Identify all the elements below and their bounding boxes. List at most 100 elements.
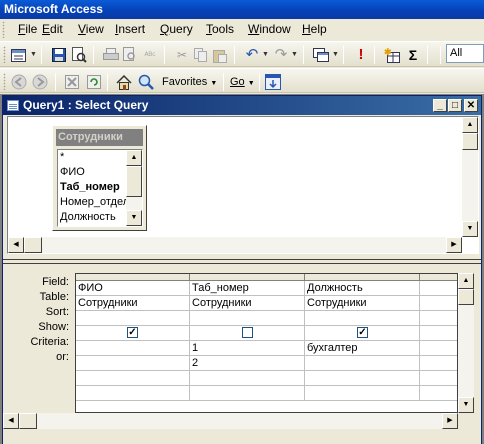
maximize-button[interactable]: □: [448, 99, 462, 112]
grid-cell-empty[interactable]: [190, 386, 305, 401]
menu-window[interactable]: Window: [248, 22, 291, 37]
menu-file[interactable]: File: [18, 22, 37, 37]
scroll-up-arrow[interactable]: ▲: [458, 273, 474, 289]
scroll-thumb[interactable]: [462, 133, 478, 150]
grid-cell-empty[interactable]: [420, 386, 457, 401]
cut-icon[interactable]: ✂: [173, 46, 191, 64]
scroll-down-arrow[interactable]: ▼: [458, 397, 474, 413]
scroll-right-arrow[interactable]: ▶: [442, 413, 458, 429]
menu-query[interactable]: Query: [160, 22, 193, 37]
search-file-icon[interactable]: [70, 46, 88, 64]
grid-cell-show[interactable]: ✓: [76, 326, 190, 341]
pane-splitter[interactable]: [3, 259, 481, 264]
menu-insert[interactable]: Insert: [115, 22, 145, 37]
grid-cell-sort[interactable]: [190, 311, 305, 326]
close-button[interactable]: ✕: [464, 99, 478, 112]
back-icon[interactable]: [10, 73, 28, 91]
table-pane-hscroll[interactable]: ◀ ▶: [8, 237, 462, 253]
grid-cell-empty[interactable]: [420, 371, 457, 386]
top-values-combo[interactable]: All: [446, 44, 484, 63]
grid-cell-or[interactable]: [420, 356, 457, 371]
field-list-item[interactable]: ФИО: [60, 165, 85, 180]
grid-cell-table[interactable]: [420, 296, 457, 311]
grid-cell-sort[interactable]: [76, 311, 190, 326]
view-dropdown-arrow[interactable]: ▼: [30, 46, 37, 64]
show-checkbox-checked[interactable]: ✓: [127, 327, 138, 338]
refresh-icon[interactable]: [85, 73, 103, 91]
home-icon[interactable]: [115, 73, 133, 91]
field-list-item[interactable]: Номер_отдела: [60, 195, 135, 210]
print-icon[interactable]: [102, 46, 120, 64]
scroll-thumb[interactable]: [458, 289, 474, 305]
scroll-down-arrow[interactable]: ▼: [126, 210, 142, 226]
save-icon[interactable]: [50, 46, 68, 64]
grid-cell-sort[interactable]: [305, 311, 420, 326]
grid-cell-criteria[interactable]: 1: [190, 341, 305, 356]
grid-cell-field[interactable]: ФИО: [76, 281, 190, 296]
view-icon[interactable]: [9, 46, 27, 64]
grid-cell-empty[interactable]: [76, 386, 190, 401]
column-selector[interactable]: [190, 274, 305, 281]
grid-cell-criteria[interactable]: [76, 341, 190, 356]
forward-icon[interactable]: [31, 73, 49, 91]
show-table-icon[interactable]: ✱: [383, 46, 401, 64]
grid-cell-table[interactable]: Сотрудники: [76, 296, 190, 311]
scroll-down-arrow[interactable]: ▼: [462, 221, 478, 237]
show-checkbox-checked[interactable]: ✓: [357, 327, 368, 338]
grid-cell-empty[interactable]: [76, 371, 190, 386]
grid-cell-criteria[interactable]: бухгалтер: [305, 341, 420, 356]
paste-icon[interactable]: [211, 46, 229, 64]
grid-cell-sort[interactable]: [420, 311, 457, 326]
column-selector[interactable]: [305, 274, 420, 281]
scroll-up-arrow[interactable]: ▲: [126, 150, 142, 166]
menubar-grip[interactable]: [2, 21, 5, 38]
go-menu[interactable]: Go ▼: [230, 75, 255, 91]
grid-cell-table[interactable]: Сотрудники: [305, 296, 420, 311]
show-checkbox-unchecked[interactable]: [242, 327, 253, 338]
field-list-scrollbar[interactable]: ▲ ▼: [126, 150, 142, 226]
column-selector[interactable]: [76, 274, 190, 281]
field-list-item[interactable]: *: [60, 150, 64, 165]
scroll-right-arrow[interactable]: ▶: [446, 237, 462, 253]
query-type-icon[interactable]: [312, 46, 330, 64]
design-grid[interactable]: ФИО Сотрудники ✓ Таб_номер Сотрудники 1 2 Должн…: [75, 273, 458, 413]
undo-dropdown-arrow[interactable]: ▼: [262, 46, 269, 64]
design-grid-vscroll[interactable]: ▲ ▼: [458, 273, 474, 413]
grid-cell-show[interactable]: ✓: [305, 326, 420, 341]
favorites-menu[interactable]: Favorites ▼: [162, 75, 217, 91]
grid-cell-field[interactable]: Должность: [305, 281, 420, 296]
scroll-thumb[interactable]: [19, 413, 37, 429]
redo-dropdown-arrow[interactable]: ▼: [291, 46, 298, 64]
menu-edit[interactable]: Edit: [42, 22, 63, 37]
field-list-item[interactable]: Таб_номер: [60, 180, 120, 195]
copy-icon[interactable]: [192, 46, 210, 64]
table-pane-vscroll[interactable]: ▲ ▼: [462, 117, 478, 237]
grid-cell-empty[interactable]: [305, 371, 420, 386]
grid-cell-field[interactable]: [420, 281, 457, 296]
grid-cell-show[interactable]: [190, 326, 305, 341]
totals-icon[interactable]: Σ: [404, 46, 422, 64]
show-only-web-toolbar-icon[interactable]: [264, 73, 282, 91]
design-grid-hscroll[interactable]: ◀ ▶: [3, 413, 458, 429]
scroll-left-arrow[interactable]: ◀: [3, 413, 19, 429]
spelling-icon[interactable]: ᴬᴮᶜ: [141, 46, 159, 64]
field-list-box[interactable]: * ФИО Таб_номер Номер_отдела Должность ▲ ▼: [57, 149, 143, 227]
stop-icon[interactable]: [63, 73, 81, 91]
scroll-thumb[interactable]: [24, 237, 42, 253]
scroll-thumb[interactable]: [126, 166, 142, 197]
grid-cell-or[interactable]: 2: [190, 356, 305, 371]
query-window-title-bar[interactable]: Query1 : Select Query _ □ ✕: [3, 96, 481, 115]
column-selector[interactable]: [420, 274, 457, 281]
scroll-up-arrow[interactable]: ▲: [462, 117, 478, 133]
table-pane[interactable]: Сотрудники * ФИО Таб_номер Номер_отдела Долж…: [7, 116, 479, 254]
menu-help[interactable]: Help: [302, 22, 327, 37]
search-web-icon[interactable]: [137, 73, 155, 91]
grid-cell-criteria[interactable]: [420, 341, 457, 356]
grid-cell-empty[interactable]: [305, 386, 420, 401]
toolbar-grip[interactable]: [3, 73, 6, 90]
grid-cell-or[interactable]: [76, 356, 190, 371]
minimize-button[interactable]: _: [433, 99, 447, 112]
grid-cell-empty[interactable]: [190, 371, 305, 386]
menu-view[interactable]: View: [78, 22, 104, 37]
menu-tools[interactable]: Tools: [206, 22, 234, 37]
